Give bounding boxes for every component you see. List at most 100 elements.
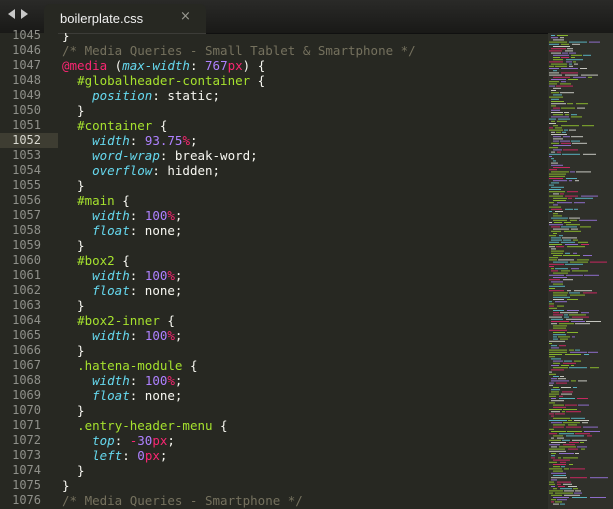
- close-icon[interactable]: ×: [180, 9, 191, 24]
- code-token-unit: px: [227, 58, 243, 73]
- minimap-code-dash: [551, 162, 558, 164]
- minimap-code-dash: [553, 360, 563, 362]
- minimap-code-dash: [551, 52, 561, 54]
- minimap-code-dash: [553, 59, 563, 61]
- minimap-code-dash: [570, 351, 587, 353]
- minimap-code-dash: [551, 171, 569, 173]
- code-editor[interactable]: }/* Media Queries - Small Tablet & Smart…: [58, 33, 548, 509]
- minimap-code-dash: [557, 35, 568, 36]
- chevron-left-icon[interactable]: [8, 9, 15, 19]
- minimap-code-dash: [569, 349, 574, 351]
- minimap-code-dash: [551, 164, 563, 166]
- code-token-value: : static;: [152, 88, 221, 103]
- minimap-code-dash: [581, 448, 585, 450]
- minimap-code-dash: [555, 211, 563, 212]
- minimap-code-dash: [572, 336, 575, 338]
- minimap-code-dash: [571, 417, 585, 419]
- minimap-code-dash: [549, 371, 552, 373]
- minimap-code-dash: [549, 483, 555, 485]
- minimap-code-dash: [549, 373, 556, 375]
- code-token-punct: }: [62, 298, 85, 313]
- code-token-number: 0: [137, 448, 145, 463]
- minimap-code-dash: [551, 437, 554, 439]
- minimap-code-dash: [549, 41, 567, 43]
- minimap-code-dash: [590, 367, 599, 369]
- code-line: top: -30px;: [62, 433, 175, 448]
- minimap-code-dash: [566, 274, 583, 276]
- minimap-code-dash: [551, 411, 560, 413]
- code-line: }: [62, 178, 85, 193]
- minimap-code-dash: [583, 255, 592, 256]
- minimap-code-dash: [549, 244, 562, 245]
- code-line: word-wrap: break-word;: [62, 148, 258, 163]
- chevron-right-icon[interactable]: [21, 9, 28, 19]
- line-number: 1065: [12, 328, 41, 342]
- minimap-code-dash: [551, 391, 559, 393]
- code-line: float: none;: [62, 388, 182, 403]
- minimap-code-dash: [580, 68, 587, 69]
- code-line: }: [62, 33, 70, 43]
- minimap-code-dash: [553, 87, 561, 89]
- minimap-code-dash: [569, 41, 587, 43]
- minimap-code-dash: [551, 318, 563, 320]
- minimap-code-dash: [561, 365, 569, 366]
- minimap-code-dash: [572, 142, 587, 144]
- minimap-code-dash: [549, 395, 556, 397]
- code-line: }: [62, 478, 70, 493]
- minimap-code-dash: [568, 448, 578, 450]
- minimap-code-dash: [551, 37, 558, 39]
- code-line: #container {: [62, 118, 167, 133]
- minimap-code-dash: [571, 114, 577, 116]
- minimap-code-dash: [549, 329, 567, 331]
- minimap-code-dash: [549, 444, 560, 446]
- minimap[interactable]: [548, 33, 613, 509]
- minimap-code-dash: [575, 349, 580, 351]
- minimap-code-dash: [556, 85, 573, 87]
- minimap-code-dash: [571, 140, 580, 142]
- minimap-code-dash: [553, 255, 562, 256]
- minimap-code-dash: [551, 415, 554, 417]
- minimap-code-dash: [569, 217, 580, 219]
- minimap-code-dash: [553, 145, 571, 146]
- minimap-code-dash: [549, 156, 552, 157]
- minimap-code-dash: [549, 235, 556, 237]
- minimap-code-dash: [553, 70, 557, 72]
- minimap-code-dash: [553, 180, 567, 182]
- minimap-code-dash: [553, 332, 565, 333]
- minimap-code-dash: [549, 349, 567, 351]
- line-number: 1075: [12, 478, 41, 492]
- minimap-code-dash: [553, 125, 558, 127]
- minimap-code-dash: [565, 114, 569, 116]
- minimap-code-dash: [551, 142, 559, 144]
- minimap-code-dash: [555, 301, 567, 303]
- minimap-code-dash: [575, 453, 579, 454]
- tab-boilerplate-css[interactable]: boilerplate.css ×: [44, 4, 206, 34]
- minimap-code-dash: [561, 241, 575, 243]
- code-token-punct: ;: [167, 433, 175, 448]
- minimap-code-dash: [575, 490, 581, 492]
- minimap-code-dash: [569, 65, 573, 67]
- minimap-code-dash: [581, 244, 589, 245]
- minimap-code-dash: [551, 389, 560, 391]
- minimap-code-dash: [553, 417, 570, 419]
- minimap-code-dash: [571, 321, 585, 322]
- code-line: /* Media Queries - Small Tablet & Smartp…: [62, 43, 416, 58]
- minimap-code-dash: [553, 310, 564, 311]
- code-line: @media (max-width: 767px) {: [62, 58, 265, 73]
- minimap-code-dash: [549, 96, 563, 98]
- minimap-code-dash: [551, 400, 564, 402]
- minimap-code-dash: [587, 435, 592, 437]
- minimap-code-dash: [549, 409, 562, 410]
- minimap-code-dash: [581, 74, 598, 76]
- minimap-code-dash: [560, 461, 566, 463]
- code-token-selector: #box2: [77, 253, 115, 268]
- minimap-code-dash: [560, 193, 564, 195]
- minimap-code-dash: [553, 277, 567, 278]
- minimap-code-dash: [549, 129, 563, 131]
- minimap-code-dash: [553, 406, 566, 408]
- code-token-punct: [62, 73, 77, 88]
- minimap-code-dash: [583, 292, 597, 294]
- minimap-code-dash: [549, 147, 558, 149]
- minimap-code-dash: [553, 193, 559, 195]
- minimap-code-dash: [553, 200, 566, 201]
